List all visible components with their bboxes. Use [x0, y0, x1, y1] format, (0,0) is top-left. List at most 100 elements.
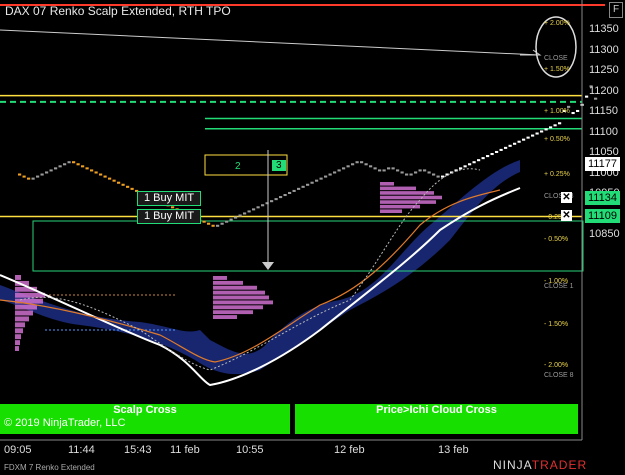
renko-brick [499, 148, 503, 151]
renko-brick [256, 206, 260, 209]
renko-brick [117, 181, 121, 184]
renko-brick [99, 173, 103, 176]
renko-brick [130, 187, 134, 190]
banner-label: Scalp Cross [113, 404, 177, 416]
renko-brick [540, 130, 544, 133]
buy-mit-order-1[interactable]: 1 Buy MIT [137, 191, 202, 206]
price-tick-label: 11250 [589, 64, 619, 76]
renko-brick [481, 157, 485, 160]
renko-brick [558, 122, 562, 125]
renko-brick [553, 124, 557, 127]
ichi-cloud-cross-banner: Price>Ichi Cloud Cross [295, 404, 578, 434]
tpo-row [15, 334, 21, 340]
price-tick-label: 11350 [589, 23, 619, 35]
renko-brick [382, 169, 386, 172]
trend-line [0, 29, 541, 56]
time-tick-label: 12 feb [334, 444, 365, 456]
renko-brick [409, 173, 413, 176]
renko-brick [405, 173, 409, 176]
renko-brick [45, 171, 49, 174]
renko-brick [63, 163, 67, 166]
cancel-order-icon[interactable]: ✕ [561, 210, 572, 221]
renko-brick [301, 185, 305, 188]
renko-brick [544, 128, 548, 131]
renko-brick [238, 214, 242, 217]
renko-brick [54, 167, 58, 170]
tpo-row [213, 285, 257, 290]
tpo-row [380, 195, 442, 200]
renko-brick [585, 95, 589, 98]
tpo-row [213, 305, 263, 310]
percent-level-label: CLOSE 1 [544, 283, 574, 290]
time-tick-label: 10:55 [236, 444, 264, 456]
renko-brick [414, 171, 418, 174]
renko-brick [288, 191, 292, 194]
percent-level-label: + 1.50% [544, 66, 570, 73]
renko-brick [247, 210, 251, 213]
renko-brick [252, 208, 256, 211]
renko-brick [76, 163, 80, 166]
renko-brick [526, 136, 530, 139]
chart-trader-toggle-button[interactable]: F [609, 2, 623, 18]
ichimoku-cloud [0, 160, 520, 375]
current-price-tag: 11177 [585, 157, 620, 171]
renko-brick [310, 181, 314, 184]
percent-level-label: + 0.25% [544, 171, 570, 178]
cancel-order-icon[interactable]: ✕ [561, 192, 572, 203]
renko-brick [220, 222, 224, 225]
renko-brick [351, 163, 355, 166]
renko-brick [126, 185, 130, 188]
renko-brick [324, 175, 328, 178]
renko-brick [261, 204, 265, 207]
renko-brick [472, 161, 476, 164]
buy-mit-order-2[interactable]: 1 Buy MIT [137, 209, 202, 224]
renko-brick [121, 183, 125, 186]
renko-brick [94, 171, 98, 174]
renko-brick [576, 109, 580, 112]
tpo-row [213, 295, 269, 300]
price-tick-label: 11200 [589, 84, 619, 97]
percent-level-label: - 1.50% [544, 321, 569, 328]
renko-brick [342, 167, 346, 170]
time-tick-label: 11:44 [68, 444, 95, 456]
renko-brick [297, 187, 301, 190]
copyright-text: © 2019 NinjaTrader, LLC [4, 417, 126, 429]
price-levels [0, 94, 584, 331]
percent-level-label: + 1.00% [544, 108, 570, 115]
tpo-row [380, 191, 434, 195]
renko-brick [49, 169, 53, 172]
renko-brick [396, 169, 400, 172]
renko-bricks [18, 85, 598, 227]
tpo-row [15, 275, 21, 280]
price-tick-label: 11300 [589, 43, 619, 56]
renko-brick [463, 165, 467, 168]
tpo-row [15, 310, 33, 316]
renko-brick [31, 177, 35, 180]
renko-brick [594, 97, 598, 100]
time-tick-label: 09:05 [4, 444, 32, 456]
renko-brick [328, 173, 332, 176]
renko-brick [571, 112, 575, 115]
percent-level-label: - 2.00% [544, 362, 569, 369]
renko-brick [292, 189, 296, 192]
order-price-tag-1: 11134 [585, 191, 620, 205]
renko-brick [202, 220, 206, 223]
renko-brick [468, 163, 472, 166]
renko-brick [535, 132, 539, 135]
renko-brick [432, 173, 436, 176]
tpo-row [213, 300, 273, 305]
renko-brick [346, 165, 350, 168]
order-price-tag-2: 11109 [585, 209, 620, 223]
renko-brick [103, 175, 107, 178]
renko-brick [315, 179, 319, 182]
renko-brick [490, 153, 494, 156]
renko-brick [418, 169, 422, 172]
tpo-row [15, 340, 20, 346]
renko-brick [270, 200, 274, 203]
zone-count-left: 2 [235, 161, 241, 172]
renko-brick [391, 167, 395, 170]
tpo-row [380, 186, 416, 191]
chart-title: DAX 07 Renko Scalp Extended, RTH TPO [5, 4, 231, 18]
renko-brick [81, 165, 85, 168]
cloud-area [0, 160, 520, 375]
